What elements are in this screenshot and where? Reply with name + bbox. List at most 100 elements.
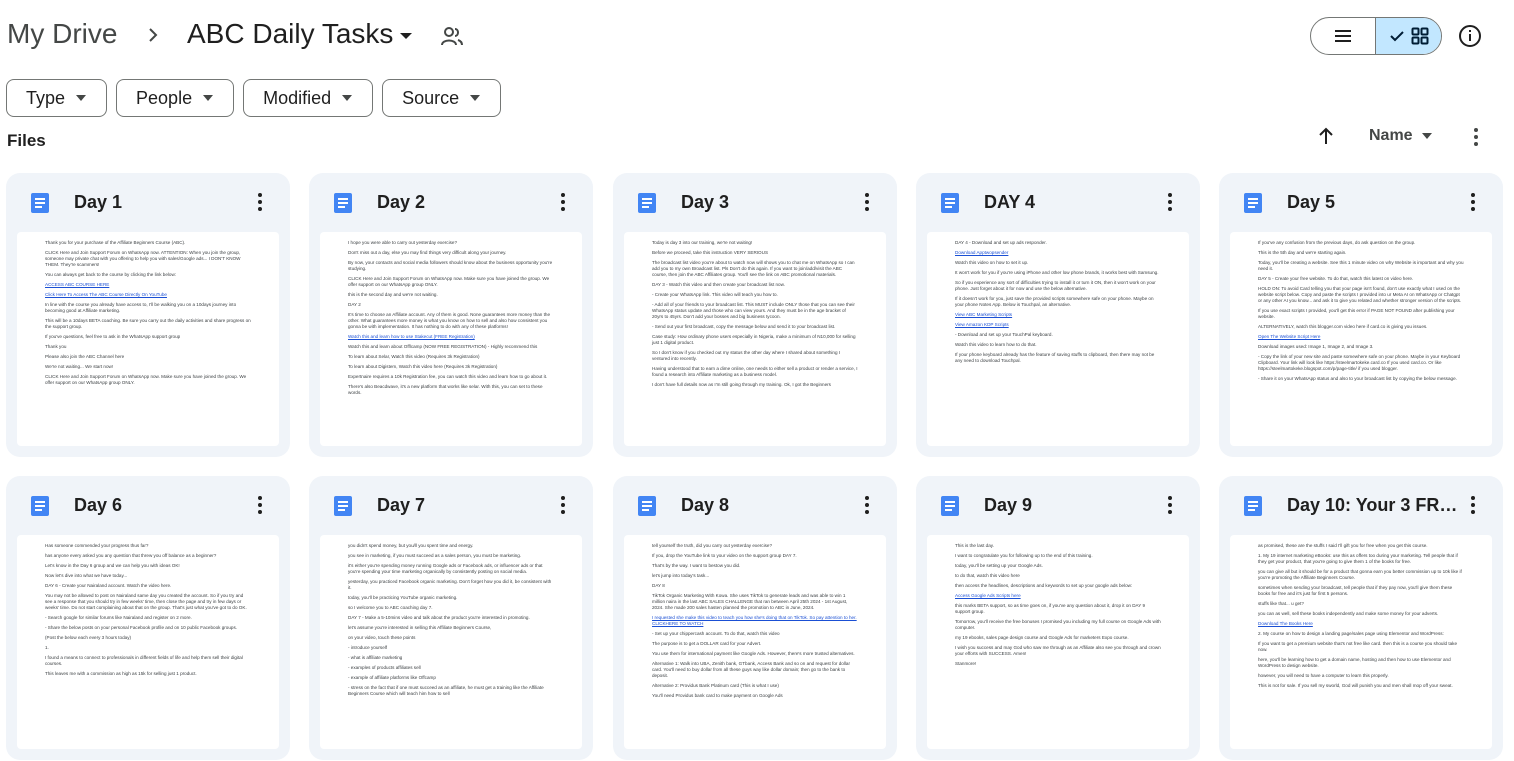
filter-people-chip[interactable]: People	[116, 79, 235, 117]
filter-source-chip[interactable]: Source	[382, 79, 502, 117]
file-preview-thumbnail: tell yourself the truth, did you carry o…	[624, 535, 886, 749]
google-docs-icon	[638, 496, 656, 516]
more-vert-icon[interactable]	[857, 493, 877, 517]
more-vert-icon[interactable]	[1466, 126, 1486, 148]
preview-line: - Send out your first broadcast, copy th…	[652, 324, 836, 329]
check-icon	[1389, 31, 1404, 42]
caret-down-icon	[342, 95, 353, 101]
file-card-header: Day 8	[613, 476, 897, 534]
file-card[interactable]: Day 1 Thank you for your purchase of the…	[6, 173, 290, 457]
file-card[interactable]: Day 2 I hope you were able to carry out …	[309, 173, 593, 457]
preview-line: this is the second day and we're not wai…	[348, 292, 438, 297]
file-preview-thumbnail: This is the last day. I want to congratul…	[927, 535, 1189, 749]
file-card-header: Day 1	[6, 173, 290, 231]
more-vert-icon[interactable]	[1160, 190, 1180, 214]
preview-line: DAY 2	[348, 302, 361, 307]
more-vert-icon[interactable]	[250, 190, 270, 214]
preview-line: Thank you for your purchase of the Affil…	[45, 240, 186, 245]
preview-line: Today is day 3 into our training, we're …	[652, 240, 753, 245]
more-vert-icon[interactable]	[250, 493, 270, 517]
file-card-header: Day 5	[1219, 173, 1503, 231]
preview-line: you didn't spend money, but you/ll you s…	[348, 543, 474, 548]
file-preview-thumbnail: as promised, these are the stuffs I said…	[1230, 535, 1492, 749]
preview-line: If you want to get a premium website tha…	[1258, 641, 1458, 652]
info-icon[interactable]	[1457, 23, 1483, 49]
caret-down-icon[interactable]	[398, 30, 414, 42]
preview-line: you can as well, sell these books indepe…	[1258, 611, 1439, 616]
filter-label: Source	[402, 87, 460, 108]
preview-line: - Copy the link of your new site and pas…	[1258, 354, 1461, 371]
preview-line: Watch this video to learn how to do that…	[955, 342, 1037, 347]
more-vert-icon[interactable]	[1463, 190, 1483, 214]
preview-line: Download images used: Image 1, Image 2, …	[1258, 344, 1374, 349]
file-title: Day 5	[1287, 192, 1336, 212]
preview-line: Watch this video on how to set it up.	[955, 260, 1029, 265]
sort-label: Name	[1369, 127, 1413, 144]
preview-line: Today, you'll be creating a website. See…	[1258, 260, 1464, 271]
sort-direction-arrow-up-icon[interactable]	[1316, 126, 1336, 146]
file-card[interactable]: Day 6 Has someone commended your progres…	[6, 476, 290, 760]
preview-line: you can give all but it should be for a …	[1258, 569, 1462, 580]
breadcrumb-my-drive[interactable]: My Drive	[7, 18, 117, 50]
preview-line: - example of affiliate platforms like Of…	[348, 675, 436, 680]
file-card[interactable]: Day 10: Your 3 FREE BONUSES as promised,…	[1219, 476, 1503, 760]
more-vert-icon[interactable]	[553, 493, 573, 517]
file-title: Day 10: Your 3 FREE BONUSES	[1287, 495, 1467, 515]
preview-line: You'll need Providus bank card to make p…	[652, 693, 783, 698]
file-card[interactable]: Day 5 If you've any confusion from the p…	[1219, 173, 1503, 457]
preview-line: Expertnaire requires a 10k Registration …	[348, 374, 548, 379]
preview-line: on your video, touch these points	[348, 635, 416, 640]
breadcrumb-current-folder[interactable]: ABC Daily Tasks	[187, 18, 393, 50]
filter-label: Type	[26, 87, 66, 108]
grid-view-button[interactable]	[1376, 18, 1441, 54]
preview-line: TikTok Organic Marketing With Kowa. She …	[652, 593, 848, 610]
file-card[interactable]: Day 9 This is the last day. I want to con…	[916, 476, 1200, 760]
view-toggle	[1310, 17, 1442, 55]
list-view-button[interactable]	[1311, 18, 1376, 54]
preview-line: CLICK Here and Join Support Forum on Wha…	[348, 276, 550, 287]
more-vert-icon[interactable]	[857, 190, 877, 214]
google-docs-icon	[1244, 496, 1262, 516]
file-card[interactable]: Day 3 Today is day 3 into our training, …	[613, 173, 897, 457]
file-card[interactable]: Day 8 tell yourself the truth, did you c…	[613, 476, 897, 760]
preview-line: 1.	[45, 645, 49, 650]
preview-line: CLICK Here and Join Support Forum on Wha…	[45, 374, 247, 385]
preview-line: so I welcome you to ABC coaching day 7.	[348, 605, 433, 610]
more-vert-icon[interactable]	[1463, 493, 1483, 517]
preview-line: then access the headlines, descriptions …	[955, 583, 1133, 588]
preview-line: - Set up your chippercash account. To do…	[652, 631, 780, 636]
preview-line: - examples of products affiliates sell	[348, 665, 421, 670]
preview-line: - Share it on your WhatsApp status and a…	[1258, 376, 1457, 381]
file-card[interactable]: DAY 4 DAY 4 - Download and set up ads re…	[916, 173, 1200, 457]
preview-line: I found a means to connect to profession…	[45, 655, 243, 666]
google-docs-icon	[334, 193, 352, 213]
preview-line: Tomorrow, you'll receive the free bonuse…	[955, 619, 1161, 630]
preview-line: View ABC Marketing Scripts	[955, 312, 1013, 317]
preview-line: DAY 5 - Create your free website. To do …	[1258, 276, 1414, 281]
more-vert-icon[interactable]	[553, 190, 573, 214]
preview-line: The purpose is to get a DOLLAR card for …	[652, 641, 762, 646]
chevron-right-icon	[149, 28, 158, 42]
preview-line: 2. My course on how to design a landing …	[1258, 631, 1444, 636]
sort-by-name-button[interactable]: Name	[1369, 127, 1433, 145]
more-vert-icon[interactable]	[1160, 493, 1180, 517]
preview-line: Thank you	[45, 344, 67, 349]
preview-line: Stanmore!	[955, 661, 977, 666]
file-title: Day 1	[74, 192, 123, 212]
shared-folder-icon[interactable]	[440, 25, 464, 47]
file-title: Day 2	[377, 192, 426, 212]
file-preview-thumbnail: DAY 4 - Download and set up ads responde…	[927, 232, 1189, 446]
google-docs-icon	[638, 193, 656, 213]
preview-line: You can always get back to the course by…	[45, 272, 177, 277]
google-docs-icon	[941, 193, 959, 213]
file-preview-thumbnail: I hope you were able to carry out yester…	[320, 232, 582, 446]
preview-line: Has someone commended your progress thus…	[45, 543, 149, 548]
preview-line: - Search google for similar forums like …	[45, 615, 192, 620]
filter-modified-chip[interactable]: Modified	[243, 79, 374, 117]
preview-line: Don't miss out a day, else you may find …	[348, 250, 507, 255]
preview-line: Alternative 2: Providus Bank Platinum ca…	[652, 683, 779, 688]
preview-line: Download Apptwopsender	[955, 250, 1009, 255]
preview-line: This is the last day.	[955, 543, 994, 548]
filter-type-chip[interactable]: Type	[6, 79, 108, 117]
file-card[interactable]: Day 7 you didn't spend money, but you/ll…	[309, 476, 593, 760]
